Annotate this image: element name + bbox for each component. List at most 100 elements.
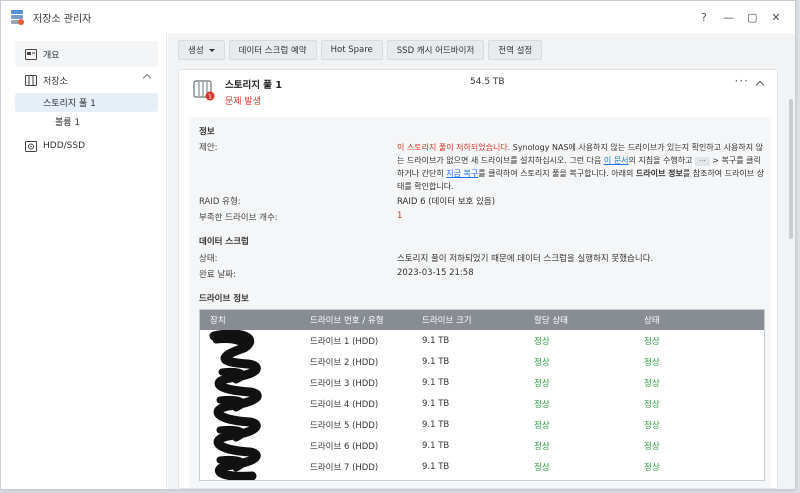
suggest-text: 이 스토리지 풀이 저하되었습니다. Synology NAS에 사용하지 않는… xyxy=(397,141,767,193)
missing-drives-label: 부족한 드라이브 개수: xyxy=(199,213,278,223)
raid-type-label: RAID 유형: xyxy=(199,197,241,207)
storage-pool-panel: 1 스토리지 풀 1 문제 발생 54.5 TB ··· 정보 제안: 이 스토… xyxy=(178,69,778,489)
drive-table: 장치 드라이브 번호 / 유형 드라이브 크기 할당 상태 상태 드라이브 1 … xyxy=(199,309,765,481)
cell-drive-size: 9.1 TB xyxy=(422,440,450,451)
scrub-done-value: 2023-03-15 21:58 xyxy=(397,268,474,278)
cell-alloc-status: 정상 xyxy=(534,462,550,473)
cell-drive-number: 드라이브 4 (HDD) xyxy=(310,399,379,410)
more-options-icon[interactable]: ··· xyxy=(735,74,749,88)
cell-status: 정상 xyxy=(644,441,660,452)
panel-scrollbar[interactable] xyxy=(789,69,793,489)
global-settings-button[interactable]: 전역 설정 xyxy=(488,40,543,60)
cell-drive-size: 9.1 TB xyxy=(422,335,450,346)
cell-alloc-status: 정상 xyxy=(534,441,550,452)
cell-alloc-status: 정상 xyxy=(534,420,550,431)
sidebar-item-label: 볼륨 1 xyxy=(55,118,81,128)
scrub-state-value: 스토리지 풀이 저하되었기 때문에 데이터 스크럽을 실행하지 못했습니다. xyxy=(397,254,654,264)
maximize-button[interactable]: ▢ xyxy=(747,11,757,24)
storage-pool-header[interactable]: 1 스토리지 풀 1 문제 발생 54.5 TB ··· xyxy=(179,70,777,114)
raid-type-value: RAID 6 (데이터 보호 있음) xyxy=(397,197,496,207)
sidebar-item-storage[interactable]: 저장소 xyxy=(15,67,158,93)
cell-status: 정상 xyxy=(644,336,660,347)
cell-status: 정상 xyxy=(644,462,660,473)
overview-icon xyxy=(25,48,37,60)
cell-drive-number: 드라이브 6 (HDD) xyxy=(310,441,379,452)
drive-info-ref: 드라이브 정보 xyxy=(635,169,683,178)
cell-drive-size: 9.1 TB xyxy=(422,461,450,472)
redaction-scribble xyxy=(209,330,262,480)
toolbar: 생성 데이터 스크럽 예약 Hot Spare SSD 캐시 어드바이저 전역 … xyxy=(178,40,543,60)
storage-pool-name: 스토리지 풀 1 xyxy=(225,80,282,91)
col-device[interactable]: 장치 xyxy=(200,314,310,326)
repair-now-link[interactable]: 지금 복구 xyxy=(446,169,478,178)
drive-table-header: 장치 드라이브 번호 / 유형 드라이브 크기 할당 상태 상태 xyxy=(200,310,764,330)
col-drive-number[interactable]: 드라이브 번호 / 유형 xyxy=(310,314,422,326)
cell-drive-size: 9.1 TB xyxy=(422,419,450,430)
cell-drive-number: 드라이브 5 (HDD) xyxy=(310,420,379,431)
col-status[interactable]: 상태 xyxy=(644,314,754,326)
col-alloc-status[interactable]: 할당 상태 xyxy=(534,314,644,326)
scrub-section-title: 데이터 스크럽 xyxy=(199,237,249,247)
missing-drives-value: 1 xyxy=(397,211,403,221)
storage-pool-status: 문제 발생 xyxy=(225,97,261,107)
sidebar-item-storage-pool-1[interactable]: 스토리지 풀 1 xyxy=(15,93,158,112)
sidebar-item-label: HDD/SSD xyxy=(43,141,86,151)
sidebar-item-overview[interactable]: 개요 xyxy=(15,41,158,67)
storage-icon xyxy=(25,74,37,86)
cell-alloc-status: 정상 xyxy=(534,399,550,410)
cell-alloc-status: 정상 xyxy=(534,336,550,347)
scrub-state-label: 상태: xyxy=(199,254,218,264)
create-button[interactable]: 생성 xyxy=(178,40,225,60)
suggest-label: 제안: xyxy=(199,143,218,153)
sidebar-item-label: 저장소 xyxy=(43,76,68,87)
cell-status: 정상 xyxy=(644,378,660,389)
suggest-part: 를 클릭하여 스토리지 풀을 복구합니다. 아래의 xyxy=(478,169,636,178)
storage-pool-detail: 정보 제안: 이 스토리지 풀이 저하되었습니다. Synology NAS에 … xyxy=(189,117,771,488)
cell-status: 정상 xyxy=(644,399,660,410)
degraded-warning: 이 스토리지 풀이 저하되었습니다. xyxy=(397,143,511,152)
info-section-title: 정보 xyxy=(199,127,215,137)
storage-manager-app-icon xyxy=(9,9,25,25)
hdd-icon xyxy=(25,140,37,152)
cell-alloc-status: 정상 xyxy=(534,378,550,389)
sidebar: 개요 저장소 스토리지 풀 1 볼륨 1 HDD/SSD xyxy=(1,33,167,489)
sidebar-item-label: 개요 xyxy=(43,50,60,61)
sidebar-item-volume-1[interactable]: 볼륨 1 xyxy=(15,112,158,131)
storage-manager-window: 저장소 관리자 ? — ▢ ✕ 개요 저장소 스토리지 풀 1 볼륨 1 HDD… xyxy=(0,0,796,490)
main-content: 생성 데이터 스크럽 예약 Hot Spare SSD 캐시 어드바이저 전역 … xyxy=(168,33,795,489)
minimize-button[interactable]: — xyxy=(723,11,734,24)
cell-status: 정상 xyxy=(644,420,660,431)
doc-link[interactable]: 이 문서 xyxy=(604,156,629,165)
scrub-done-label: 완료 날짜: xyxy=(199,270,236,280)
create-button-label: 생성 xyxy=(188,46,204,56)
caret-down-icon xyxy=(208,48,215,52)
sidebar-item-label: 스토리지 풀 1 xyxy=(43,99,96,109)
close-button[interactable]: ✕ xyxy=(771,11,781,24)
cell-status: 정상 xyxy=(644,357,660,368)
cell-drive-number: 드라이브 1 (HDD) xyxy=(310,336,379,347)
storage-pool-size: 54.5 TB xyxy=(470,77,505,87)
cell-drive-size: 9.1 TB xyxy=(422,377,450,388)
help-button[interactable]: ? xyxy=(699,11,709,24)
ssd-cache-advisor-button[interactable]: SSD 캐시 어드바이저 xyxy=(386,40,485,60)
cell-drive-number: 드라이브 3 (HDD) xyxy=(310,378,379,389)
cell-drive-number: 드라이브 7 (HDD) xyxy=(310,462,379,473)
title-bar[interactable]: 저장소 관리자 ? — ▢ ✕ xyxy=(1,1,795,33)
scrollbar-thumb[interactable] xyxy=(789,99,793,239)
error-badge-count: 1 xyxy=(208,93,212,101)
cell-drive-number: 드라이브 2 (HDD) xyxy=(310,357,379,368)
cell-drive-size: 9.1 TB xyxy=(422,356,450,367)
hot-spare-button[interactable]: Hot Spare xyxy=(320,40,383,60)
collapse-chevron-icon[interactable] xyxy=(755,80,765,90)
cell-drive-size: 9.1 TB xyxy=(422,398,450,409)
suggest-part: 의 지침을 수행하고 xyxy=(628,156,696,165)
chevron-up-icon[interactable] xyxy=(142,73,152,83)
drive-info-title: 드라이브 정보 xyxy=(199,294,249,304)
more-options-chip: ··· xyxy=(695,157,710,166)
cell-alloc-status: 정상 xyxy=(534,357,550,368)
sidebar-item-hdd-ssd[interactable]: HDD/SSD xyxy=(15,133,158,159)
col-drive-size[interactable]: 드라이브 크기 xyxy=(422,314,534,326)
scrub-schedule-button[interactable]: 데이터 스크럽 예약 xyxy=(228,40,317,60)
window-title: 저장소 관리자 xyxy=(33,13,92,25)
storage-pool-icon: 1 xyxy=(193,79,215,101)
